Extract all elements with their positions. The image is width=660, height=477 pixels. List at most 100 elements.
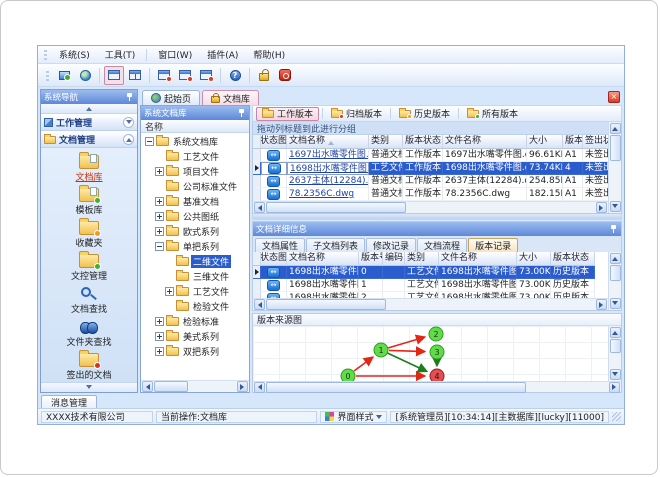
menu-plugins[interactable]: 插件(A) <box>200 47 245 62</box>
table-row[interactable]: ↔ 78.2356C.dwg 普通文档 工作版本 78.2356C.dwg 18… <box>253 188 608 201</box>
pin-icon[interactable] <box>125 92 134 102</box>
tree-node-selected[interactable]: 二维文件 <box>141 254 249 269</box>
scroll-thumb[interactable] <box>609 339 621 353</box>
expand-expander[interactable] <box>155 227 164 236</box>
scroll-thumb[interactable] <box>154 381 188 392</box>
tree-node[interactable]: 项目文件 <box>141 164 249 179</box>
tab-modify-record[interactable]: 修改记录 <box>366 238 417 252</box>
column-header[interactable]: 版本状态 <box>403 135 443 149</box>
nav-collapse-strip[interactable] <box>41 104 137 114</box>
interface-style-button[interactable]: 界面样式 <box>320 410 388 423</box>
tree-node[interactable]: 欧式系列 <box>141 224 249 239</box>
tab-document-library[interactable]: 文档库 <box>202 90 260 105</box>
resize-grip[interactable] <box>612 412 621 421</box>
tile-windows-button[interactable] <box>125 66 145 85</box>
expand-expander[interactable] <box>165 287 174 296</box>
graph-horizontal-scrollbar[interactable] <box>253 381 621 393</box>
column-header[interactable]: 文件名称 <box>439 252 517 266</box>
table-row[interactable]: ↔ 1697出水嘴零件图.dwg 普通文档 工作版本 1697出水嘴零件图.dw… <box>253 149 608 162</box>
nav-item-folder-search[interactable]: 文件夹查找 <box>66 320 112 348</box>
all-versions-button[interactable]: 所有版本 <box>462 107 523 121</box>
nav-item-template-library[interactable]: 模板库 <box>75 185 103 216</box>
graph-vertical-scrollbar[interactable] <box>608 326 621 381</box>
scroll-thumb[interactable] <box>609 135 621 161</box>
column-header[interactable]: 文档名称 <box>287 135 369 149</box>
table-row[interactable]: ↔ 1698出水嘴零件图.dwg 1 工艺文件 1698出水嘴零件图.dwg 7… <box>253 279 608 292</box>
history-version-button[interactable]: 历史版本 <box>394 107 455 121</box>
scroll-left-button[interactable] <box>254 202 265 213</box>
expand-button[interactable] <box>123 117 134 128</box>
tree-node[interactable]: 基准文档 <box>141 194 249 209</box>
tree-node[interactable]: 单把系列 <box>141 239 249 254</box>
tree-node[interactable]: 系统文档库 <box>141 134 249 149</box>
tree-node[interactable]: 三维文件 <box>141 269 249 284</box>
column-header[interactable]: 文件名称 <box>443 135 527 149</box>
scroll-down-button[interactable] <box>609 369 621 380</box>
pin-icon[interactable] <box>237 108 246 118</box>
nav-item-doc-control[interactable]: 文控管理 <box>71 251 107 282</box>
close-all-button[interactable] <box>175 66 195 85</box>
close-tab-button[interactable]: × <box>608 91 620 103</box>
tab-doc-properties[interactable]: 文档属性 <box>255 238 306 252</box>
table-row[interactable]: ↔ 2637主体(12284).dwg 普通文档 工作版本 2637主体(122… <box>253 175 608 188</box>
nav-item-document-library[interactable]: 文档库 <box>75 152 103 183</box>
sync-screen-button[interactable] <box>54 66 74 85</box>
close-others-button[interactable] <box>196 66 216 85</box>
grid-horizontal-scrollbar[interactable] <box>253 201 608 213</box>
expand-expander[interactable] <box>155 317 164 326</box>
tree-node[interactable]: 检验文件 <box>141 299 249 314</box>
tab-doc-flow[interactable]: 文档流程 <box>417 238 468 252</box>
column-header[interactable]: 类别 <box>405 252 439 266</box>
scroll-left-button[interactable] <box>254 381 265 393</box>
nav-group-document[interactable]: 文档管理 <box>41 131 137 148</box>
group-by-bar[interactable]: 拖动列标题到此进行分组 <box>253 122 608 135</box>
scroll-up-button[interactable] <box>609 123 621 134</box>
tree-node[interactable]: 公共图纸 <box>141 209 249 224</box>
scroll-thumb[interactable] <box>266 299 386 310</box>
pin-icon[interactable] <box>609 224 618 234</box>
expand-expander[interactable] <box>155 347 164 356</box>
help-button[interactable]: ? <box>225 66 245 85</box>
scroll-left-button[interactable] <box>142 381 153 392</box>
tab-start-page[interactable]: 起始页 <box>142 90 201 105</box>
table-row-selected[interactable]: ↔ 1698出水嘴零件图.dwg 工艺文件 工作版本 1698出水嘴零件图.dw… <box>253 162 608 175</box>
lock-button[interactable] <box>254 66 274 85</box>
tree-node[interactable]: 双把系列 <box>141 344 249 359</box>
nav-item-doc-search[interactable]: 文档查找 <box>71 287 107 315</box>
expand-expander[interactable] <box>155 167 164 176</box>
column-header[interactable]: 编码 <box>383 252 405 266</box>
tree-node[interactable]: 公司标准文件 <box>141 179 249 194</box>
new-window-button[interactable] <box>104 65 124 85</box>
scroll-down-button[interactable] <box>609 201 621 212</box>
nav-item-checked-out[interactable]: 签出的文档 <box>66 350 112 381</box>
column-header[interactable]: 版本号 <box>359 252 383 266</box>
column-header[interactable]: 大小 <box>527 135 563 149</box>
web-button[interactable] <box>75 66 95 85</box>
column-header[interactable]: 状态图 <box>261 135 287 149</box>
archived-version-button[interactable]: 归档版本 <box>326 107 387 121</box>
column-header[interactable]: 版本状态 <box>551 252 595 266</box>
column-header[interactable]: 文档名称 <box>287 252 359 266</box>
tree-node[interactable]: 美式系列 <box>141 329 249 344</box>
tree-node[interactable]: 工艺文件 <box>141 149 249 164</box>
collapse-expander[interactable] <box>155 242 164 251</box>
column-header[interactable]: 签出状态 <box>583 135 608 149</box>
column-header[interactable]: 类别 <box>369 135 403 149</box>
tree-column-header[interactable]: 名称 <box>141 120 249 133</box>
message-management-tab[interactable]: 消息管理 <box>41 395 98 409</box>
menu-help[interactable]: 帮助(H) <box>246 47 292 62</box>
tree-horizontal-scrollbar[interactable] <box>141 380 249 392</box>
grid-vertical-scrollbar[interactable] <box>608 122 621 213</box>
table-row-selected[interactable]: ↔ 1698出水嘴零件图.dwg 0 工艺文件 1698出水嘴零件图.dwg 7… <box>253 266 608 279</box>
scroll-up-button[interactable] <box>609 327 621 338</box>
scroll-right-button[interactable] <box>596 202 607 213</box>
menu-window[interactable]: 窗口(W) <box>151 47 199 62</box>
expand-expander[interactable] <box>155 212 164 221</box>
scroll-thumb[interactable] <box>609 265 621 281</box>
column-header[interactable]: 版本号 <box>563 135 583 149</box>
close-window-button[interactable] <box>154 66 174 85</box>
horizontal-splitter[interactable] <box>252 214 622 220</box>
scroll-left-button[interactable] <box>254 299 265 310</box>
nav-expand-strip[interactable] <box>41 382 137 392</box>
scroll-thumb[interactable] <box>266 381 526 393</box>
